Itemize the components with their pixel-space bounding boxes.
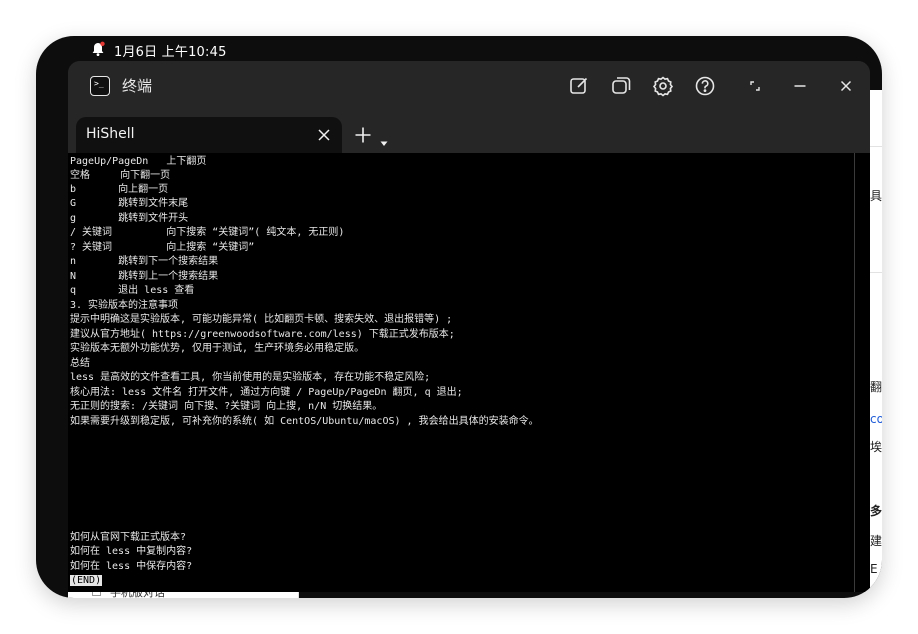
terminal-line: q 退出 less 查看 [70,285,195,296]
notification-bell-icon [90,41,106,57]
close-icon[interactable] [833,73,859,99]
tab-close-icon[interactable] [316,127,332,143]
background-link: co [870,412,882,426]
terminal-line: 如果需要升级到稳定版, 可补充你的系统( 如 CentOS/Ubuntu/mac… [70,416,539,427]
tab-bar: HiShell [68,117,870,153]
tab-hishell[interactable]: HiShell [76,117,342,153]
terminal-line: g 跳转到文件开头 [70,213,189,224]
terminal-line: 总结 [70,358,90,369]
terminal-window: >_ 终端 HiShell PageUp/PageDn 上下翻页 空格 向下翻一… [68,61,870,592]
edit-square-icon[interactable] [566,73,592,99]
terminal-line: n 跳转到下一个搜索结果 [70,256,219,267]
terminal-line: b 向上翻一页 [70,184,169,195]
terminal-line: 3. 实验版本的注意事项 [70,300,179,311]
background-text: 翻 [870,380,882,394]
terminal-line: N 跳转到上一个搜索结果 [70,271,219,282]
terminal-line: 核心用法: less 文件名 打开文件, 通过方向键 / PageUp/Page… [70,387,463,398]
title-bar[interactable]: >_ 终端 [68,61,870,117]
background-text: 建 [870,534,882,548]
window-title: 终端 [122,77,153,95]
terminal-output[interactable]: PageUp/PageDn 上下翻页 空格 向下翻一页 b 向上翻一页 G 跳转… [68,153,854,592]
terminal-line: G 跳转到文件末尾 [70,198,189,209]
terminal-app-icon: >_ [90,76,110,96]
multi-window-icon[interactable] [608,73,634,99]
plus-icon[interactable] [354,126,372,144]
terminal-line: ? 关键词 向上搜索 “关键词” [70,242,255,253]
status-time: 1月6日 上午10:45 [114,45,227,60]
terminal-line: 空格 向下翻一页 [70,170,171,181]
end-marker: (END) [70,575,103,586]
device-frame: 1月6日 上午10:45 具 翻 co 埃 多 建 E 手机版对话 >_ 终端 [36,36,882,598]
terminal-line: less 是高效的文件查看工具, 你当前使用的是实验版本, 存在功能不稳定风险; [70,372,431,383]
terminal-line: 提示中明确这是实验版本, 可能功能异常( 比如翻页卡顿、搜索失效、退出报错等) … [70,314,453,325]
gear-icon[interactable] [650,73,676,99]
terminal-line: 如何从官网下载正式版本? [70,532,187,543]
terminal-line: 实验版本无额外功能优势, 仅用于测试, 生产环境务必用稳定版。 [70,343,365,354]
fullscreen-icon[interactable] [742,73,768,99]
divider [870,146,882,147]
tab-label: HiShell [86,126,135,142]
terminal-line: 建议从官方地址( https://greenwoodsoftware.com/l… [70,329,455,340]
minimize-icon[interactable] [787,73,813,99]
end-marker-line: (END) [70,574,103,588]
terminal-line: 如何在 less 中复制内容? [70,546,193,557]
terminal-line: 如何在 less 中保存内容? [70,561,193,572]
status-bar: 1月6日 上午10:45 [36,36,882,62]
help-icon[interactable] [692,73,718,99]
divider [870,272,882,273]
background-text: 埃 [870,440,882,454]
terminal-line: PageUp/PageDn 上下翻页 [70,156,207,167]
background-text: 多 [870,504,882,518]
terminal-line: / 关键词 向下搜索 “关键词”( 纯文本, 无正则) [70,227,345,238]
terminal-scrollbar[interactable] [854,153,870,592]
background-text: 具 [870,189,882,203]
background-text: E [870,562,878,576]
caret-down-icon[interactable] [380,132,388,146]
background-app: 具 翻 co 埃 多 建 E [870,90,882,598]
terminal-line: 无正则的搜索: /关键词 向下搜、?关键词 向上搜, n/N 切换结果。 [70,401,383,412]
